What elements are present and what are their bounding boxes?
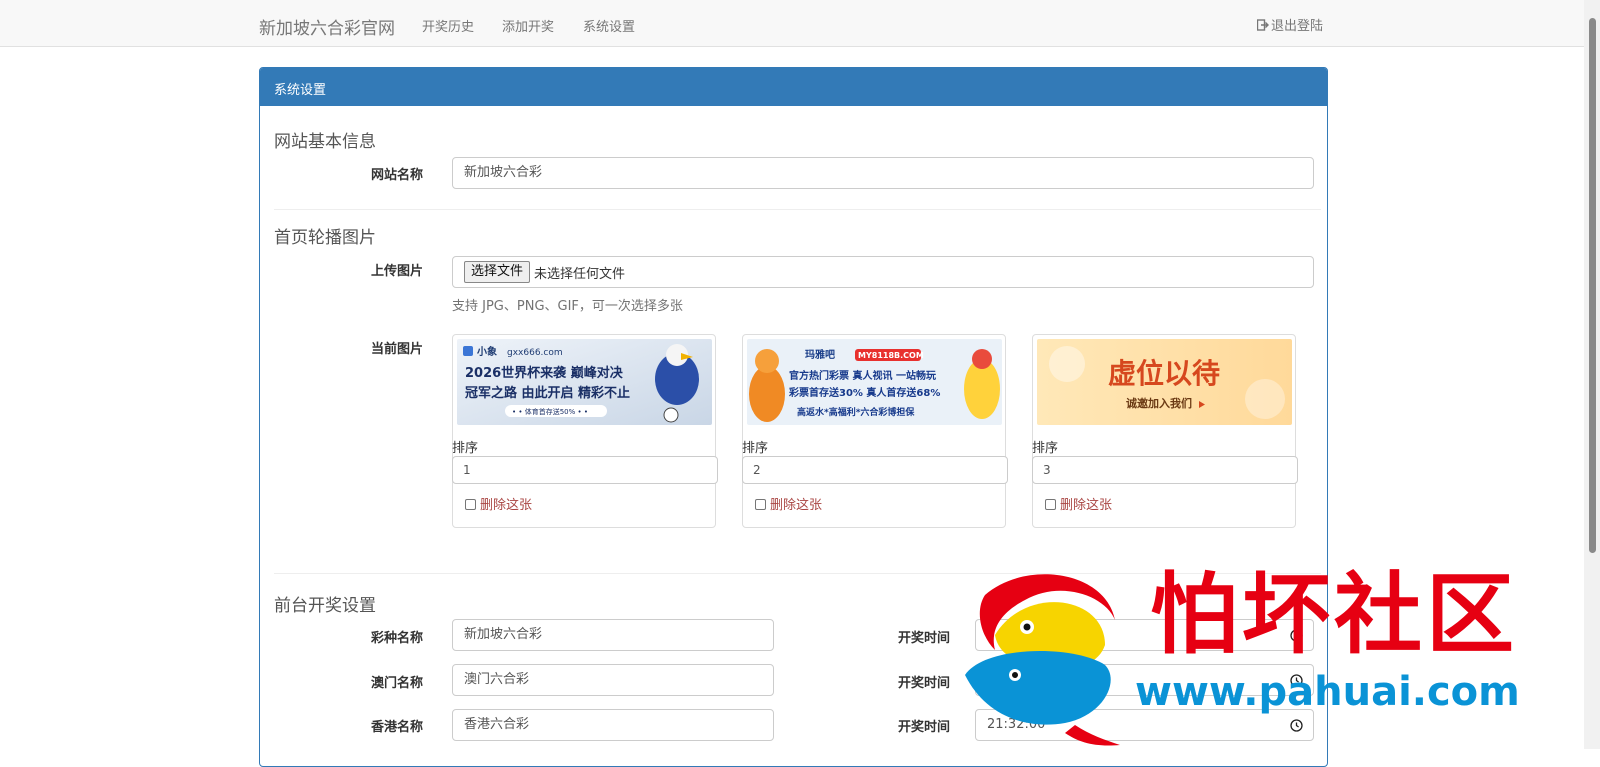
brand-link[interactable]: 新加坡六合彩官网 bbox=[259, 14, 395, 39]
banner-1-site: gxx666.com bbox=[507, 348, 563, 358]
draw-time-value-3: 21:32:00 bbox=[987, 717, 1046, 732]
draw-time-label-1: 开奖时间 bbox=[898, 631, 951, 646]
current-images-label: 当前图片 bbox=[371, 342, 424, 357]
clock-icon[interactable] bbox=[1290, 629, 1303, 642]
delete-checkbox-1[interactable] bbox=[465, 499, 476, 510]
image-card-3: 虚位以待 诚邀加入我们 排序 3 删除这张 bbox=[1032, 334, 1298, 528]
banner-3-line2: 诚邀加入我们 bbox=[1126, 396, 1192, 410]
upload-help-text: 支持 JPG、PNG、GIF，可一次选择多张 bbox=[452, 299, 683, 314]
site-name-input[interactable]: 新加坡六合彩 bbox=[452, 157, 1314, 189]
file-upload-input[interactable]: 选择文件 未选择任何文件 bbox=[452, 256, 1314, 288]
carousel-image-1: 小象 gxx666.com 2026世界杯来袭 巅峰对决 冠军之路 由此开启 精… bbox=[457, 339, 712, 425]
delete-image-2[interactable]: 删除这张 bbox=[755, 494, 822, 513]
upload-label: 上传图片 bbox=[371, 264, 424, 279]
draw-time-input-2[interactable] bbox=[975, 664, 1314, 696]
sort-label-2: 排序 bbox=[742, 441, 769, 456]
draw-time-label-3: 开奖时间 bbox=[898, 720, 951, 735]
logout-label: 退出登陆 bbox=[1271, 19, 1324, 34]
logout-link[interactable]: 退出登陆 bbox=[1257, 15, 1323, 34]
sort-label-1: 排序 bbox=[452, 441, 479, 456]
carousel-image-3: 虚位以待 诚邀加入我们 bbox=[1037, 339, 1292, 425]
delete-label-1: 删除这张 bbox=[480, 498, 533, 513]
carousel-image-2: 玛雅吧 MY8118B.COM 官方热门彩票 真人视讯 一站畅玩 彩票首存送30… bbox=[747, 339, 1002, 425]
delete-label-2: 删除这张 bbox=[770, 498, 823, 513]
scrollbar-thumb[interactable] bbox=[1589, 18, 1596, 553]
banner-2-site: MY8118B.COM bbox=[858, 351, 924, 360]
banner-1-line3: • • 体育首存送50% • • bbox=[512, 407, 588, 416]
delete-checkbox-2[interactable] bbox=[755, 499, 766, 510]
site-name-label: 网站名称 bbox=[371, 168, 424, 183]
draw-time-input-1[interactable] bbox=[975, 619, 1314, 651]
hongkong-name-label: 香港名称 bbox=[371, 720, 424, 735]
section-title-carousel: 首页轮播图片 bbox=[274, 228, 376, 248]
clock-icon[interactable] bbox=[1290, 719, 1303, 732]
banner-3-line1: 虚位以待 bbox=[1108, 357, 1220, 390]
macau-name-label: 澳门名称 bbox=[371, 676, 424, 691]
section-title-draw: 前台开奖设置 bbox=[274, 596, 376, 616]
file-status: 未选择任何文件 bbox=[534, 266, 626, 282]
banner-1-line1: 2026世界杯来袭 巅峰对决 bbox=[465, 365, 624, 381]
nav-link-add-draw[interactable]: 添加开奖 bbox=[502, 16, 554, 35]
draw-time-label-2: 开奖时间 bbox=[898, 676, 951, 691]
nav-link-system-settings[interactable]: 系统设置 bbox=[583, 16, 635, 35]
banner-1-line2: 冠军之路 由此开启 精彩不止 bbox=[465, 385, 630, 401]
delete-checkbox-3[interactable] bbox=[1045, 499, 1056, 510]
macau-name-input[interactable]: 澳门六合彩 bbox=[452, 664, 774, 696]
sort-label-3: 排序 bbox=[1032, 441, 1059, 456]
settings-panel: 系统设置 网站基本信息 网站名称 新加坡六合彩 首页轮播图片 上传图片 选择文件… bbox=[259, 67, 1328, 767]
image-card-2: 玛雅吧 MY8118B.COM 官方热门彩票 真人视讯 一站畅玩 彩票首存送30… bbox=[742, 334, 1008, 528]
banner-1-brand: 小象 bbox=[476, 345, 497, 358]
choose-file-button[interactable]: 选择文件 bbox=[464, 261, 531, 283]
section-title-basic: 网站基本信息 bbox=[274, 132, 376, 152]
hongkong-name-input[interactable]: 香港六合彩 bbox=[452, 709, 774, 741]
image-card-1: 小象 gxx666.com 2026世界杯来袭 巅峰对决 冠军之路 由此开启 精… bbox=[452, 334, 718, 528]
delete-label-3: 删除这张 bbox=[1060, 498, 1113, 513]
divider bbox=[274, 209, 1321, 210]
banner-2-line1: 官方热门彩票 真人视讯 一站畅玩 bbox=[789, 369, 936, 382]
divider bbox=[274, 573, 1321, 574]
banner-2-brand: 玛雅吧 bbox=[805, 348, 835, 361]
delete-image-3[interactable]: 删除这张 bbox=[1045, 494, 1112, 513]
panel-heading: 系统设置 bbox=[260, 68, 1327, 106]
banner-2-line2: 彩票首存送30% 真人首存送68% bbox=[788, 386, 940, 399]
clock-icon[interactable] bbox=[1290, 674, 1303, 687]
sort-input-2[interactable]: 2 bbox=[742, 456, 1008, 484]
logout-icon bbox=[1257, 19, 1269, 31]
delete-image-1[interactable]: 删除这张 bbox=[465, 494, 532, 513]
lottery-name-label: 彩种名称 bbox=[371, 631, 424, 646]
sort-input-1[interactable]: 1 bbox=[452, 456, 718, 484]
navbar: 新加坡六合彩官网 开奖历史 添加开奖 系统设置 退出登陆 bbox=[0, 0, 1584, 47]
draw-time-input-3[interactable]: 21:32:00 bbox=[975, 709, 1314, 741]
banner-2-line3: 高返水*高福利*六合彩博担保 bbox=[797, 406, 915, 418]
nav-link-draw-history[interactable]: 开奖历史 bbox=[422, 16, 474, 35]
sort-input-3[interactable]: 3 bbox=[1032, 456, 1298, 484]
lottery-name-input[interactable]: 新加坡六合彩 bbox=[452, 619, 774, 651]
